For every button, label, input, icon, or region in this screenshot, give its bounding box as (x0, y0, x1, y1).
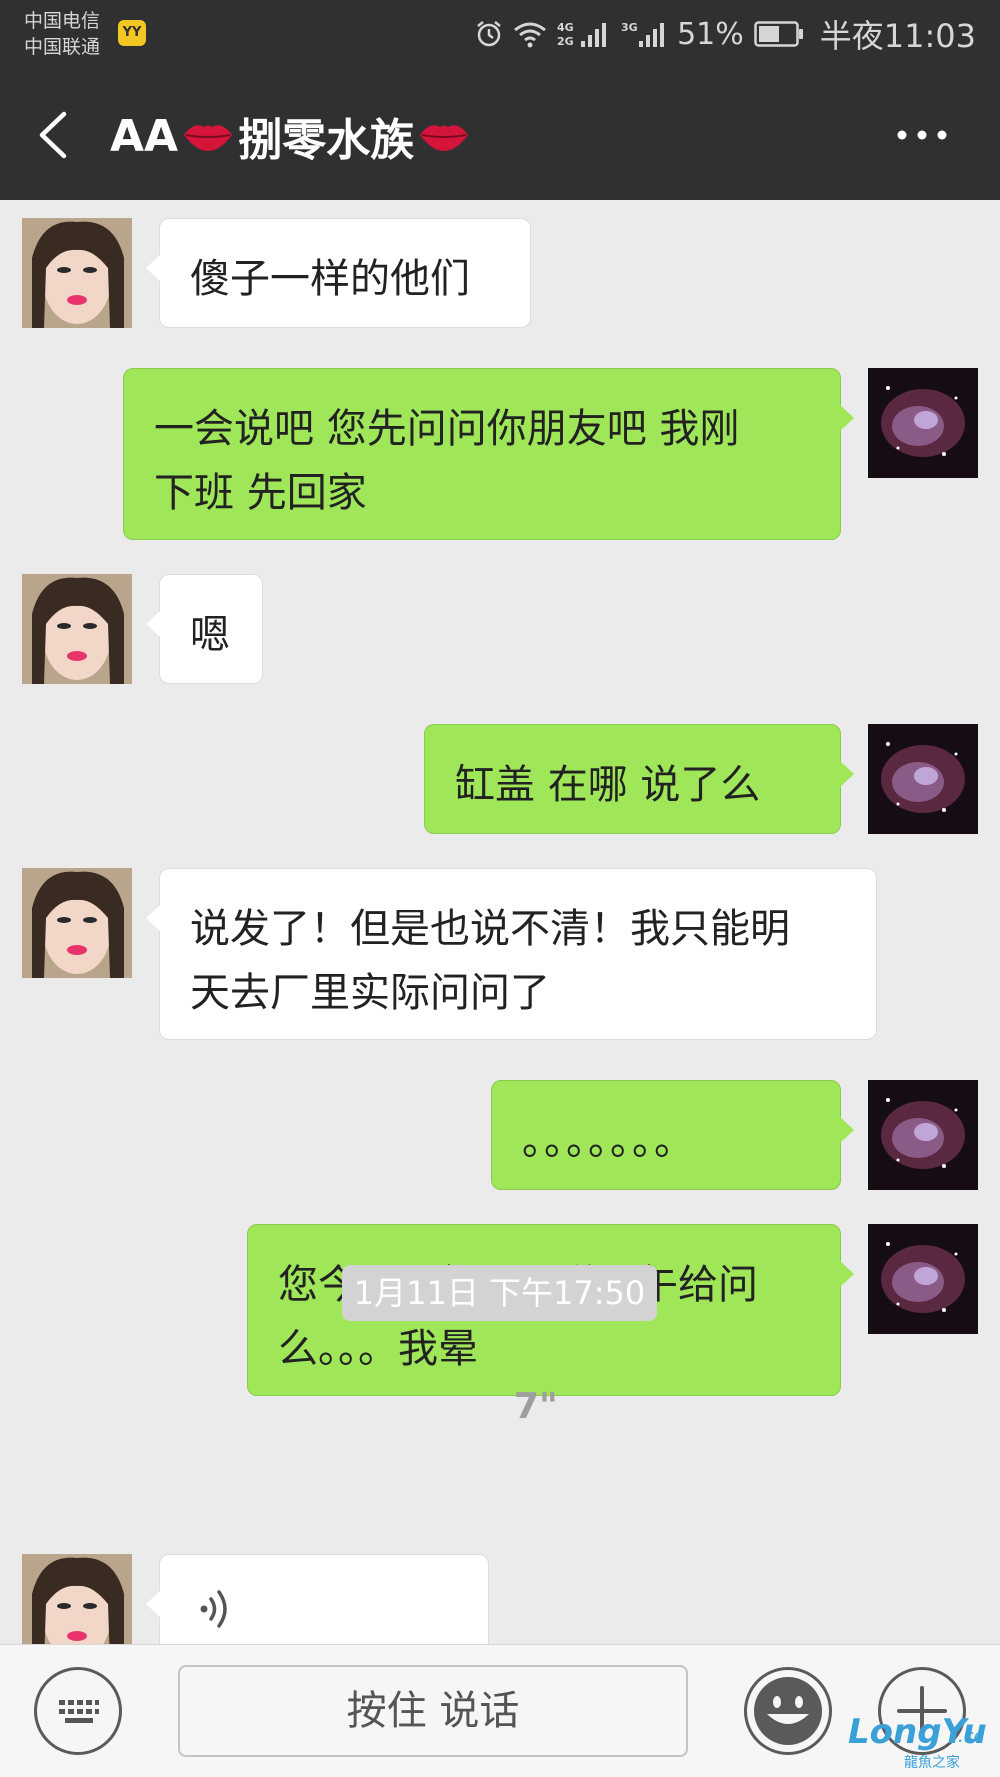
message-text-line: 说发了！但是也说不清！我只能明 (190, 906, 790, 952)
message-timestamp: 1月11日 下午17:50 (342, 1265, 657, 1321)
my-avatar[interactable] (868, 368, 978, 478)
chat-header: AA 捌零水族 (0, 70, 1000, 200)
watermark-domain: .cc (958, 1726, 984, 1747)
carrier-info: 中国电信 中国联通 (24, 8, 100, 60)
keyboard-toggle-button[interactable] (34, 1667, 122, 1755)
message-bubble-outgoing[interactable]: 一会说吧 您先问问你朋友吧 我刚 下班 先回家 (123, 368, 854, 540)
kiss-lips-icon (184, 125, 233, 151)
message-text: 嗯 (190, 612, 230, 658)
message-bubble-outgoing[interactable]: 。。。。。。。 (491, 1080, 854, 1190)
clock: 半夜11:03 (819, 17, 976, 55)
chat-title-prefix: AA (110, 110, 179, 162)
yy-app-icon: YY (118, 20, 146, 46)
status-icons: 4G 2G 3G 51% 半夜11:03 (475, 14, 976, 55)
carrier-1: 中国电信 (24, 10, 101, 32)
chat-title-main: 捌零水族 (238, 115, 415, 166)
battery-icon (754, 21, 803, 47)
smiley-icon (754, 1677, 822, 1745)
my-avatar[interactable] (868, 1224, 978, 1334)
message-bubble-outgoing[interactable]: 缸盖 在哪 说了么 (424, 724, 854, 834)
signal-label-4g: 4G (557, 21, 574, 34)
chat-title: AA 捌零水族 (110, 108, 474, 166)
message-bubble-incoming[interactable]: 说发了！但是也说不清！我只能明 天去厂里实际问问了 (146, 868, 877, 1040)
longyu-watermark-logo: LongYu .cc 龍魚之家 (848, 1712, 998, 1772)
emoji-button[interactable] (744, 1667, 832, 1755)
signal-3g-icon: 3G (621, 21, 665, 47)
voice-wave-icon (200, 1590, 227, 1628)
message-text: 。。。。。。。 (522, 1118, 696, 1164)
signal-label-3g: 3G (621, 21, 638, 34)
message-text-line: 么。。。我晕 (278, 1326, 478, 1372)
my-avatar[interactable] (868, 1080, 978, 1190)
contact-avatar[interactable] (22, 218, 132, 328)
back-button[interactable] (30, 108, 80, 162)
hold-to-talk-button[interactable]: 按住 说话 (178, 1665, 688, 1757)
message-list[interactable]: 傻子一样的他们 一会说吧 您先问问你朋友吧 我刚 下班 先回家 嗯 缸盖 在哪 … (0, 200, 1000, 1644)
message-text-line: 下班 先回家 (154, 470, 367, 516)
message-text-line: 天去厂里实际问问了 (190, 970, 550, 1016)
my-avatar[interactable] (868, 724, 978, 834)
kiss-lips-icon (420, 125, 469, 151)
watermark-subtitle: 龍魚之家 (904, 1755, 960, 1771)
message-text: 傻子一样的他们 (190, 256, 470, 302)
message-text-line: 一会说吧 您先问问你朋友吧 我刚 (154, 406, 740, 452)
more-options-button[interactable] (894, 122, 950, 148)
contact-avatar[interactable] (22, 574, 132, 684)
voice-duration: 7" (514, 1386, 558, 1427)
carrier-2: 中国联通 (24, 36, 101, 58)
contact-avatar[interactable] (22, 868, 132, 978)
message-text: 缸盖 在哪 说了么 (455, 762, 761, 808)
message-bubble-incoming[interactable]: 傻子一样的他们 (146, 218, 531, 328)
signal-4g-icon: 4G 2G (557, 21, 607, 48)
message-bubble-incoming[interactable]: 嗯 (146, 574, 263, 684)
alarm-icon (477, 21, 501, 47)
keyboard-icon (59, 1700, 99, 1723)
battery-percent: 51% (677, 16, 744, 52)
voice-message-bubble[interactable] (146, 1554, 489, 1644)
contact-avatar[interactable] (22, 1554, 132, 1644)
wifi-icon (514, 22, 547, 48)
signal-label-2g: 2G (557, 35, 574, 48)
status-bar: 中国电信 中国联通 YY 4G 2G 3G 51% 半夜11:03 (0, 0, 1000, 70)
